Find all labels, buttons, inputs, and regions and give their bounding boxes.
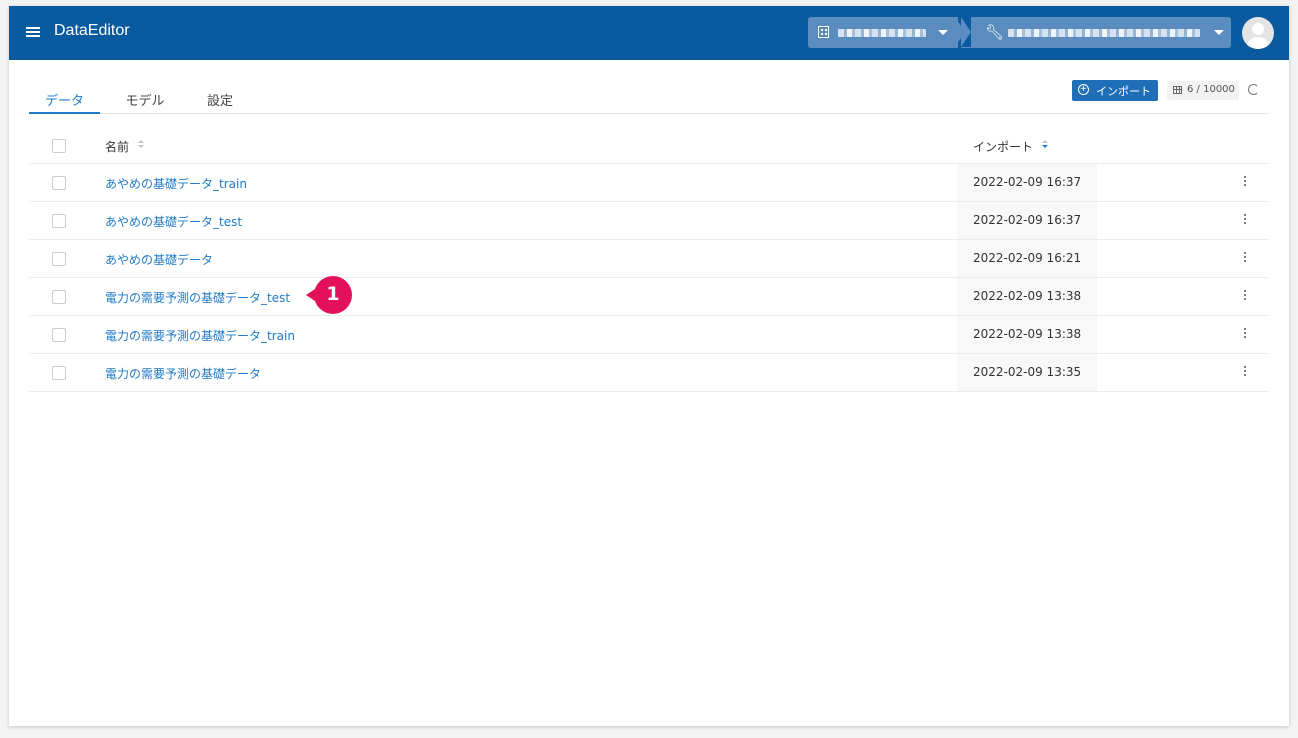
column-header-import: インポート — [973, 140, 1034, 154]
callout-number: 1 — [326, 283, 340, 305]
table-header: 名前 インポート — [29, 127, 1269, 164]
row-checkbox[interactable] — [52, 214, 66, 228]
dataset-name-link[interactable]: 電力の需要予測の基礎データ — [105, 365, 261, 382]
chevron-down-icon — [1214, 30, 1224, 35]
row-checkbox[interactable] — [52, 252, 66, 266]
app-title: DataEditor — [54, 22, 130, 39]
chevron-down-icon — [938, 30, 948, 35]
dataset-name-link[interactable]: 電力の需要予測の基礎データ_train — [105, 327, 295, 344]
table-row: 電力の需要予測の基礎データ_train 2022-02-09 13:38 — [29, 316, 1269, 354]
import-date: 2022-02-09 13:38 — [973, 289, 1082, 303]
avatar-head — [1252, 23, 1264, 35]
table-row: あやめの基礎データ 2022-02-09 16:21 — [29, 240, 1269, 278]
table-row: 電力の需要予測の基礎データ 2022-02-09 13:35 — [29, 354, 1269, 392]
more-vert-icon[interactable] — [1242, 212, 1248, 226]
more-vert-icon[interactable] — [1242, 250, 1248, 264]
menu-icon[interactable] — [26, 26, 40, 38]
row-checkbox[interactable] — [52, 366, 66, 380]
project-name-redacted — [1008, 29, 1200, 37]
organization-selector[interactable] — [808, 17, 958, 48]
quota-value: 6 / 10000 — [1187, 84, 1235, 95]
more-vert-icon[interactable] — [1242, 288, 1248, 302]
dataset-name-link[interactable]: あやめの基礎データ_train — [105, 175, 247, 192]
import-button-label: インポート — [1096, 85, 1151, 98]
step-callout: 1 — [306, 276, 352, 322]
dataset-name-link[interactable]: あやめの基礎データ — [105, 251, 213, 268]
row-checkbox[interactable] — [52, 176, 66, 190]
top-bar: DataEditor 🔧︎ — [9, 6, 1289, 60]
import-date: 2022-02-09 16:37 — [973, 213, 1082, 227]
wrench-icon: 🔧︎ — [985, 23, 1005, 41]
row-checkbox[interactable] — [52, 290, 66, 304]
tab-settings[interactable]: 設定 — [197, 90, 243, 112]
import-date: 2022-02-09 16:21 — [973, 251, 1082, 265]
more-vert-icon[interactable] — [1242, 326, 1248, 340]
table-icon — [1173, 86, 1182, 94]
more-vert-icon[interactable] — [1242, 364, 1248, 378]
select-all-checkbox[interactable] — [52, 139, 66, 153]
refresh-icon[interactable] — [1248, 84, 1259, 95]
breadcrumb-notch — [961, 17, 971, 47]
avatar[interactable] — [1242, 17, 1274, 49]
plus-circle-icon: + — [1078, 84, 1089, 95]
import-date: 2022-02-09 13:38 — [973, 327, 1082, 341]
table-row: あやめの基礎データ_train 2022-02-09 16:37 — [29, 164, 1269, 202]
organization-name-redacted — [838, 29, 926, 37]
dataset-quota: 6 / 10000 — [1167, 81, 1239, 100]
tab-data[interactable]: データ — [29, 90, 100, 114]
app-window: DataEditor 🔧︎ データ モデル 設定 + インポート 6 / 100… — [9, 6, 1289, 726]
table-row: 電力の需要予測の基礎データ_test 2022-02-09 13:38 — [29, 278, 1269, 316]
sort-desc-icon[interactable] — [1042, 140, 1048, 150]
row-checkbox[interactable] — [52, 328, 66, 342]
avatar-body — [1247, 37, 1269, 49]
dataset-table: 名前 インポート あやめの基礎データ_train 2022-02-09 16:3… — [29, 127, 1269, 392]
dataset-name-link[interactable]: 電力の需要予測の基礎データ_test — [105, 289, 290, 306]
column-header-name: 名前 — [105, 140, 130, 154]
more-vert-icon[interactable] — [1242, 174, 1248, 188]
import-button[interactable]: + インポート — [1072, 80, 1158, 101]
table-row: あやめの基礎データ_test 2022-02-09 16:37 — [29, 202, 1269, 240]
sort-icon[interactable] — [138, 140, 144, 150]
dataset-name-link[interactable]: あやめの基礎データ_test — [105, 213, 242, 230]
tab-model[interactable]: モデル — [117, 90, 173, 112]
project-selector[interactable]: 🔧︎ — [961, 17, 1231, 48]
import-date: 2022-02-09 13:35 — [973, 365, 1082, 379]
import-date: 2022-02-09 16:37 — [973, 175, 1082, 189]
building-icon — [818, 26, 829, 38]
